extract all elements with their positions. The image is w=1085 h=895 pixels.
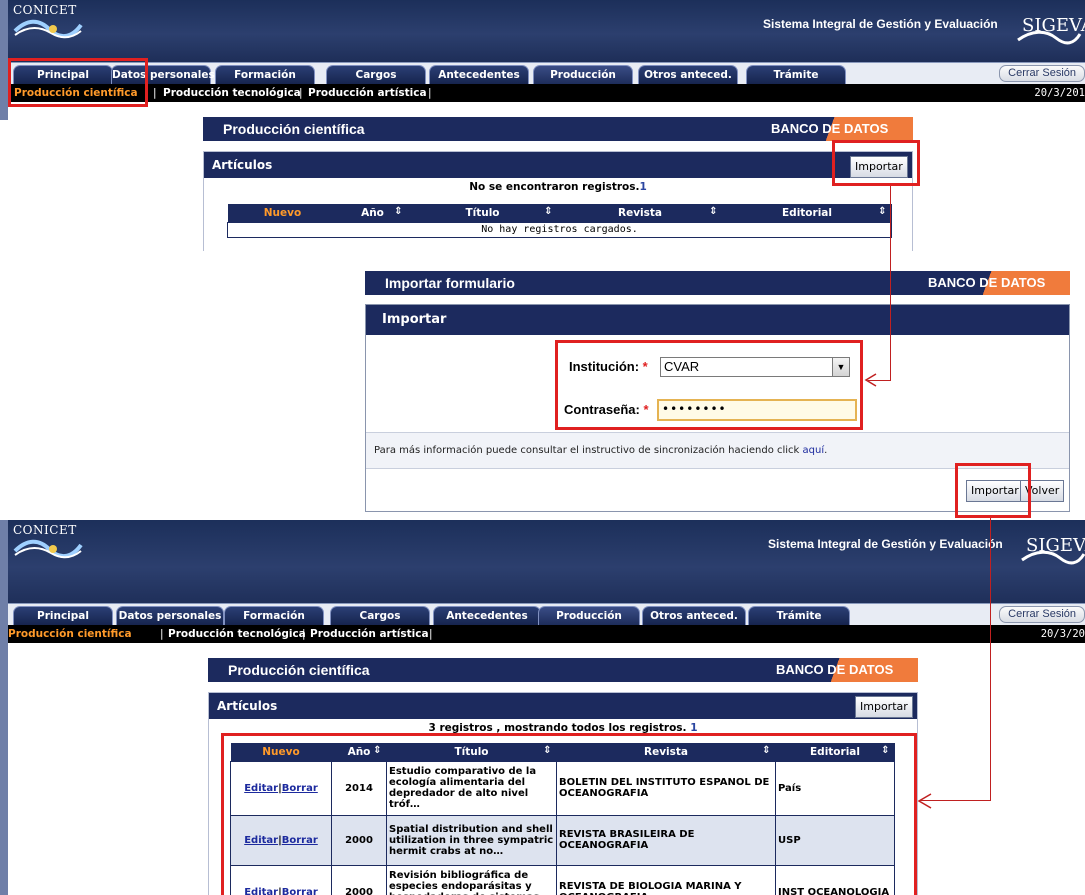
- logout-button[interactable]: Cerrar Sesión: [999, 65, 1085, 82]
- conicet-logo: CONICET: [13, 3, 93, 43]
- bottom-header: CONICET Sistema Integral de Gestión y Ev…: [8, 520, 1085, 606]
- conicet-wave-icon: [13, 19, 83, 39]
- subnav-separator: |: [153, 87, 157, 99]
- col-editorial[interactable]: Editorial ⇕: [722, 204, 892, 222]
- conicet-logo: CONICET: [13, 523, 93, 563]
- subnav-separator: |: [302, 628, 306, 640]
- subnav-produccion-artistica[interactable]: Producción artística: [308, 84, 427, 102]
- subnav-separator: |: [429, 628, 433, 640]
- arrow-left-icon: [917, 793, 932, 809]
- sub-navigation: Producción científica | Producción tecno…: [8, 625, 1085, 643]
- tab-antecedentes[interactable]: Antecedentes: [429, 65, 529, 85]
- highlight-import-button: [832, 140, 920, 186]
- tab-tramite[interactable]: Trámite: [748, 606, 850, 626]
- empty-row: No hay registros cargados.: [227, 221, 892, 238]
- subnav-produccion-tecnologica[interactable]: Producción tecnológica: [163, 84, 301, 102]
- current-date: 20/3/201: [1034, 87, 1085, 99]
- articles-table-empty: Nuevo Año ⇕ Título ⇕ Revista ⇕ Editorial ⇕ N…: [227, 204, 892, 238]
- col-anio[interactable]: Año ⇕: [337, 204, 408, 222]
- tab-produccion[interactable]: Producción: [538, 606, 640, 626]
- subnav-produccion-cientifica[interactable]: Producción científica: [8, 625, 132, 643]
- top-header: CONICET Sistema Integral de Gestión y Ev…: [8, 0, 1085, 62]
- annotation-connector: [990, 518, 991, 800]
- window-left-border: [0, 520, 8, 895]
- import-form-title-bar: Importar formulario BANCO DE DATOS: [365, 271, 1070, 295]
- tab-cargos[interactable]: Cargos: [326, 65, 426, 85]
- sub-navigation: Producción científica | Producción tecno…: [8, 84, 1085, 102]
- tab-cargos[interactable]: Cargos: [330, 606, 430, 626]
- import-form-title: Importar formulario: [385, 275, 515, 291]
- sync-info-text: Para más información puede consultar el …: [374, 445, 828, 456]
- subnav-produccion-tecnologica[interactable]: Producción tecnológica: [168, 625, 306, 643]
- tab-otros-anteced[interactable]: Otros anteced.: [638, 65, 738, 85]
- sort-icon[interactable]: ⇕: [709, 206, 717, 217]
- banco-de-datos-badge: BANCO DE DATOS: [763, 117, 913, 141]
- tab-principal[interactable]: Principal: [13, 606, 113, 626]
- arrow-left-icon: [864, 373, 877, 387]
- tab-antecedentes[interactable]: Antecedentes: [433, 606, 541, 626]
- sort-icon[interactable]: ⇕: [544, 206, 552, 217]
- system-title: Sistema Integral de Gestión y Evaluación: [763, 17, 998, 31]
- col-revista[interactable]: Revista ⇕: [557, 204, 723, 222]
- main-tabs: Principal Datos personales Formación Car…: [8, 603, 1085, 626]
- logout-button[interactable]: Cerrar Sesión: [999, 606, 1085, 623]
- page-title: Producción científica: [228, 662, 370, 678]
- sigeva-wave-icon: [1021, 550, 1085, 565]
- sort-icon[interactable]: ⇕: [878, 206, 886, 217]
- section-title-bar: Producción científica BANCO DE DATOS: [208, 658, 918, 682]
- window-left-border: [0, 0, 8, 120]
- sigeva-logo: SIGEVA: [1020, 528, 1085, 566]
- system-title: Sistema Integral de Gestión y Evaluación: [768, 537, 1003, 551]
- panel-title: Artículos: [204, 152, 912, 178]
- tab-datos-personales[interactable]: Datos personales: [116, 606, 224, 626]
- sync-help-link[interactable]: aquí: [803, 445, 825, 456]
- banco-de-datos-badge: BANCO DE DATOS: [920, 271, 1070, 295]
- subnav-separator: |: [428, 87, 432, 99]
- highlight-import-submit: [955, 463, 1031, 518]
- tab-tramite[interactable]: Trámite: [746, 65, 846, 85]
- conicet-wave-icon: [13, 539, 83, 559]
- subnav-separator: |: [160, 628, 164, 640]
- tab-otros-anteced[interactable]: Otros anteced.: [642, 606, 746, 626]
- subnav-produccion-artistica[interactable]: Producción artística: [310, 625, 429, 643]
- tab-formacion[interactable]: Formación: [215, 65, 315, 85]
- main-tabs: Principal Datos personales Formación Car…: [8, 62, 1085, 85]
- highlight-credentials: [555, 340, 863, 430]
- subnav-separator: |: [299, 87, 303, 99]
- panel-title: Artículos: [209, 693, 917, 719]
- tab-produccion[interactable]: Producción: [533, 65, 633, 85]
- sigeva-wave-icon: [1017, 30, 1082, 45]
- sort-icon[interactable]: ⇕: [394, 206, 402, 217]
- sigeva-logo: SIGEVA: [1016, 8, 1085, 46]
- highlight-principal-tab: [8, 58, 148, 107]
- banco-de-datos-badge: BANCO DE DATOS: [768, 658, 918, 682]
- highlight-results-table: [221, 733, 917, 895]
- tab-formacion[interactable]: Formación: [224, 606, 324, 626]
- page-title: Producción científica: [223, 121, 365, 137]
- section-title-bar: Producción científica BANCO DE DATOS: [203, 117, 913, 141]
- col-titulo[interactable]: Título ⇕: [407, 204, 558, 222]
- records-message: No se encontraron registros.1: [469, 181, 647, 193]
- col-nuevo: Nuevo: [227, 204, 338, 222]
- current-date: 20/3/20: [1040, 628, 1085, 640]
- import-button[interactable]: Importar: [855, 696, 913, 718]
- import-panel-title: Importar: [366, 305, 1069, 335]
- articles-panel-empty: Artículos Importar No se encontraron reg…: [203, 151, 913, 251]
- annotation-connector: [890, 186, 891, 380]
